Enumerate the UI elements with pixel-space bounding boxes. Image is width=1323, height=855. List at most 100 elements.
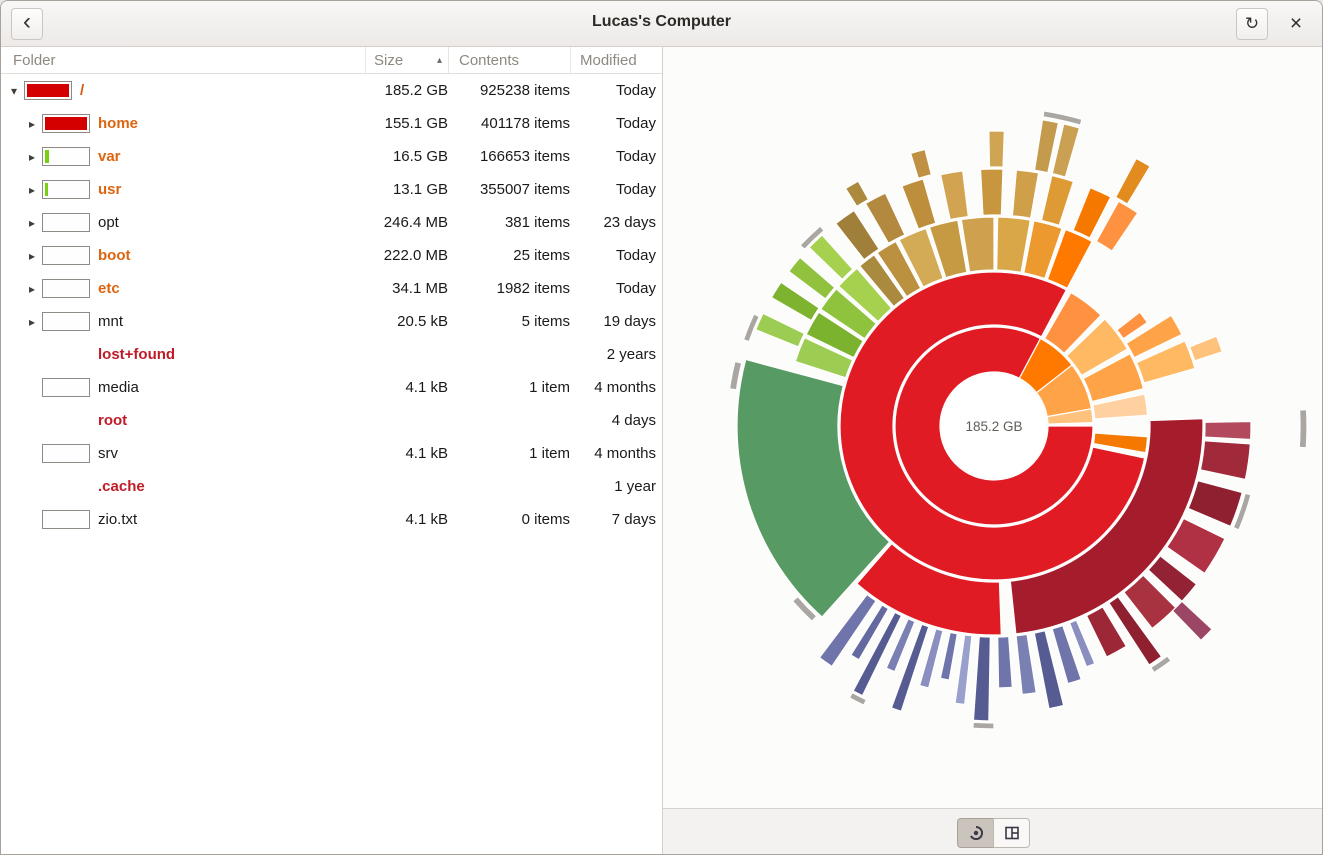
table-row[interactable]: ▸ mnt 20.5 kB 5 items 19 days: [1, 305, 662, 338]
folder-name: media: [98, 379, 139, 396]
usage-bar: [42, 147, 90, 166]
modified-cell: 4 months: [570, 445, 662, 462]
folder-cell: ▸ var: [1, 147, 365, 166]
expander-icon[interactable]: ▸: [24, 282, 40, 296]
table-row[interactable]: ▾ / 185.2 GB 925238 items Today: [1, 74, 662, 107]
modified-cell: 2 years: [570, 346, 662, 363]
rings-chart: 185.2 GB: [663, 47, 1323, 807]
chart-segment[interactable]: [981, 169, 1003, 215]
usage-bar: [42, 444, 90, 463]
chart-center: 185.2 GB: [942, 374, 1046, 478]
folder-cell: ▸ boot: [1, 246, 365, 265]
expander-icon[interactable]: ▸: [24, 216, 40, 230]
chart-segment[interactable]: [849, 693, 866, 705]
usage-bar: [42, 213, 90, 232]
table-row[interactable]: ▸ var 16.5 GB 166653 items Today: [1, 140, 662, 173]
chart-segment[interactable]: [1299, 410, 1307, 448]
folder-name: boot: [98, 247, 130, 264]
chart-segment[interactable]: [911, 149, 932, 178]
chart-segment[interactable]: [973, 722, 994, 729]
contents-cell: 381 items: [448, 214, 570, 231]
chart-segment[interactable]: [940, 632, 957, 680]
folder-name: lost+found: [98, 346, 175, 363]
folder-cell: root: [1, 411, 365, 430]
table-row[interactable]: root 4 days: [1, 404, 662, 437]
expander-icon[interactable]: ▸: [24, 117, 40, 131]
chart-segment[interactable]: [961, 217, 994, 272]
chart-segment[interactable]: [1173, 601, 1212, 640]
rings-chart-view-button[interactable]: [957, 818, 994, 848]
table-row[interactable]: srv 4.1 kB 1 item 4 months: [1, 437, 662, 470]
chart-segment[interactable]: [902, 179, 936, 229]
folder-cell: .cache: [1, 477, 365, 496]
column-header-size[interactable]: Size ▴: [365, 47, 448, 73]
table-row[interactable]: zio.txt 4.1 kB 0 items 7 days: [1, 503, 662, 536]
modified-cell: Today: [570, 280, 662, 297]
treemap-view-button[interactable]: [993, 818, 1030, 848]
folder-name: var: [98, 148, 121, 165]
chart-segment[interactable]: [1200, 441, 1250, 480]
table-row[interactable]: ▸ opt 246.4 MB 381 items 23 days: [1, 206, 662, 239]
contents-cell: 5 items: [448, 313, 570, 330]
modified-cell: 4 months: [570, 379, 662, 396]
chart-segment[interactable]: [846, 181, 869, 206]
chart-segment[interactable]: [989, 131, 1004, 167]
folder-name: .cache: [98, 478, 145, 495]
folder-tree-pane: Folder Size ▴ Contents Modified ▾ / 185.…: [1, 47, 663, 855]
table-row[interactable]: .cache 1 year: [1, 470, 662, 503]
expander-icon[interactable]: ▸: [24, 183, 40, 197]
chart-segment[interactable]: [973, 636, 990, 720]
column-header-modified[interactable]: Modified: [570, 47, 662, 73]
refresh-button[interactable]: ↻: [1236, 8, 1268, 40]
chart-segment[interactable]: [998, 636, 1013, 687]
expander-icon[interactable]: ▸: [24, 150, 40, 164]
chart-segment[interactable]: [1116, 158, 1150, 204]
chart-segment[interactable]: [1188, 481, 1242, 527]
column-header-contents[interactable]: Contents: [448, 47, 570, 73]
folder-cell: ▸ usr: [1, 180, 365, 199]
size-cell: 222.0 MB: [365, 247, 448, 264]
contents-cell: 1 item: [448, 445, 570, 462]
chart-segment[interactable]: [1205, 422, 1251, 440]
expander-icon[interactable]: ▾: [6, 84, 22, 98]
folder-cell: ▸ home: [1, 114, 365, 133]
chart-segment[interactable]: [941, 171, 969, 220]
modified-cell: Today: [570, 115, 662, 132]
folder-cell: ▸ etc: [1, 279, 365, 298]
chart-segment[interactable]: [955, 635, 972, 705]
refresh-icon: ↻: [1245, 14, 1259, 34]
folder-cell: zio.txt: [1, 510, 365, 529]
usage-bar: [42, 312, 90, 331]
chart-pane: 185.2 GB: [663, 47, 1323, 855]
app-window: ‹ Lucas's Computer ↻ × Folder Size ▴ Con…: [0, 0, 1323, 855]
chart-segment[interactable]: [756, 313, 805, 347]
close-button[interactable]: ×: [1282, 10, 1310, 38]
folder-cell: ▸ mnt: [1, 312, 365, 331]
table-row[interactable]: ▸ etc 34.1 MB 1982 items Today: [1, 272, 662, 305]
modified-cell: Today: [570, 82, 662, 99]
view-toggle-bar: [663, 808, 1323, 855]
window-title: Lucas's Computer: [1, 13, 1322, 31]
chart-segment[interactable]: [1041, 176, 1073, 226]
modified-cell: 19 days: [570, 313, 662, 330]
table-row[interactable]: media 4.1 kB 1 item 4 months: [1, 371, 662, 404]
expander-icon[interactable]: ▸: [24, 315, 40, 329]
treemap-icon: [1004, 825, 1020, 841]
size-cell: 13.1 GB: [365, 181, 448, 198]
table-row[interactable]: ▸ usr 13.1 GB 355007 items Today: [1, 173, 662, 206]
chart-segment[interactable]: [1012, 170, 1038, 218]
chart-center-label: 185.2 GB: [965, 419, 1022, 434]
expander-icon[interactable]: ▸: [24, 249, 40, 263]
chart-segment[interactable]: [836, 210, 879, 259]
table-row[interactable]: ▸ home 155.1 GB 401178 items Today: [1, 107, 662, 140]
table-row[interactable]: ▸ boot 222.0 MB 25 items Today: [1, 239, 662, 272]
chart-segment[interactable]: [1016, 634, 1036, 694]
table-row[interactable]: lost+found 2 years: [1, 338, 662, 371]
folder-cell: ▸ opt: [1, 213, 365, 232]
chart-segment[interactable]: [1190, 336, 1223, 361]
chart-segment[interactable]: [891, 624, 928, 711]
modified-cell: 4 days: [570, 412, 662, 429]
column-header-folder[interactable]: Folder: [1, 52, 365, 69]
contents-cell: 0 items: [448, 511, 570, 528]
chart-segment[interactable]: [866, 193, 905, 243]
